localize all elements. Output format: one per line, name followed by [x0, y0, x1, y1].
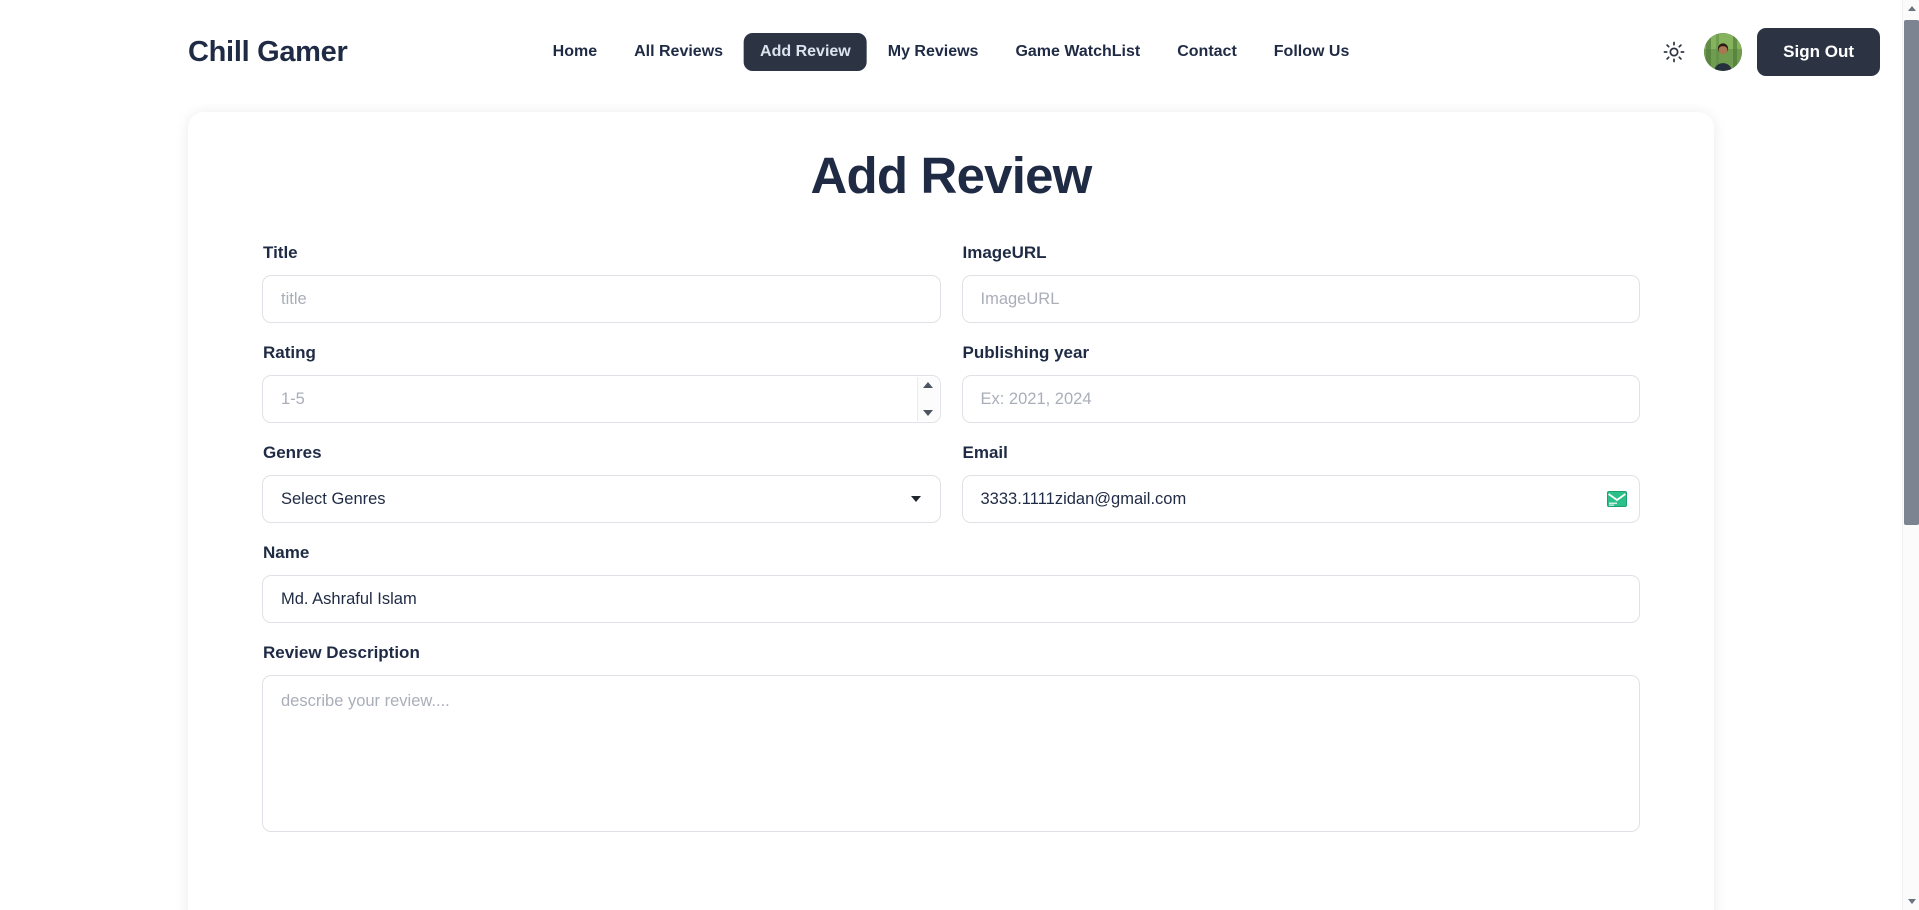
brand-logo[interactable]: Chill Gamer: [188, 36, 348, 69]
nav-links: Home All Reviews Add Review My Reviews G…: [537, 33, 1366, 71]
field-email: Email: [961, 443, 1640, 523]
field-genres: Genres Select Genres: [262, 443, 941, 523]
email-label: Email: [962, 443, 1008, 462]
rating-input[interactable]: [262, 375, 941, 423]
navbar: Chill Gamer Home All Reviews Add Review …: [0, 0, 1902, 104]
genres-label: Genres: [263, 443, 322, 462]
name-input[interactable]: [262, 575, 1640, 623]
caret-down-icon[interactable]: [923, 410, 933, 416]
sign-out-button[interactable]: Sign Out: [1757, 28, 1880, 76]
nav-item-game-watchlist[interactable]: Game WatchList: [999, 33, 1156, 71]
title-input[interactable]: [262, 275, 941, 323]
mail-check-icon[interactable]: [1607, 491, 1627, 507]
scroll-up-icon: [1907, 6, 1916, 11]
page-viewport: Chill Gamer Home All Reviews Add Review …: [0, 0, 1902, 910]
page-title: Add Review: [810, 147, 1092, 204]
review-description-control: [262, 675, 1640, 837]
caret-up-icon[interactable]: [923, 382, 933, 388]
image-url-control: [961, 275, 1640, 323]
field-rating: Rating: [262, 343, 941, 423]
name-control: [262, 575, 1640, 623]
publishing-year-control: [961, 375, 1640, 423]
mail-check-glyph: [1607, 491, 1627, 507]
publishing-year-input[interactable]: [961, 375, 1640, 423]
field-title: Title: [262, 243, 941, 323]
add-review-card: Add Review Title ImageURL Rating: [188, 112, 1714, 910]
name-label: Name: [263, 543, 310, 562]
review-description-label: Review Description: [263, 643, 420, 662]
field-image-url: ImageURL: [961, 243, 1640, 323]
page-scrollbar[interactable]: [1902, 0, 1919, 910]
sun-icon: [1663, 41, 1685, 63]
nav-item-add-review[interactable]: Add Review: [744, 33, 867, 71]
avatar-photo-icon: [1704, 33, 1743, 71]
user-avatar[interactable]: [1704, 33, 1743, 71]
genres-select[interactable]: Select Genres: [262, 475, 941, 523]
scrollbar-thumb[interactable]: [1904, 20, 1919, 525]
scroll-down-icon: [1907, 899, 1916, 904]
title-label: Title: [263, 243, 298, 262]
nav-item-home[interactable]: Home: [537, 33, 613, 71]
scroll-up-button[interactable]: [1903, 0, 1919, 17]
theme-toggle-button[interactable]: [1659, 37, 1689, 67]
email-control: [961, 475, 1640, 523]
field-publishing-year: Publishing year: [961, 343, 1640, 423]
rating-control: [262, 375, 941, 423]
field-review-description: Review Description: [262, 643, 1640, 837]
title-control: [262, 275, 941, 323]
email-input[interactable]: [961, 475, 1640, 523]
genres-control: Select Genres: [262, 475, 941, 523]
nav-item-my-reviews[interactable]: My Reviews: [872, 33, 995, 71]
nav-item-contact[interactable]: Contact: [1161, 33, 1253, 71]
nav-item-all-reviews[interactable]: All Reviews: [618, 33, 739, 71]
rating-stepper[interactable]: [916, 377, 939, 421]
navbar-actions: Sign Out: [1659, 28, 1880, 76]
nav-item-follow-us[interactable]: Follow Us: [1258, 33, 1366, 71]
image-url-input[interactable]: [961, 275, 1640, 323]
publishing-year-label: Publishing year: [962, 343, 1090, 362]
review-description-textarea[interactable]: [262, 675, 1640, 832]
field-name: Name: [262, 543, 1640, 623]
scroll-down-button[interactable]: [1903, 893, 1919, 910]
add-review-form: Title ImageURL Rating: [262, 243, 1640, 857]
rating-label: Rating: [263, 343, 316, 362]
image-url-label: ImageURL: [962, 243, 1047, 262]
